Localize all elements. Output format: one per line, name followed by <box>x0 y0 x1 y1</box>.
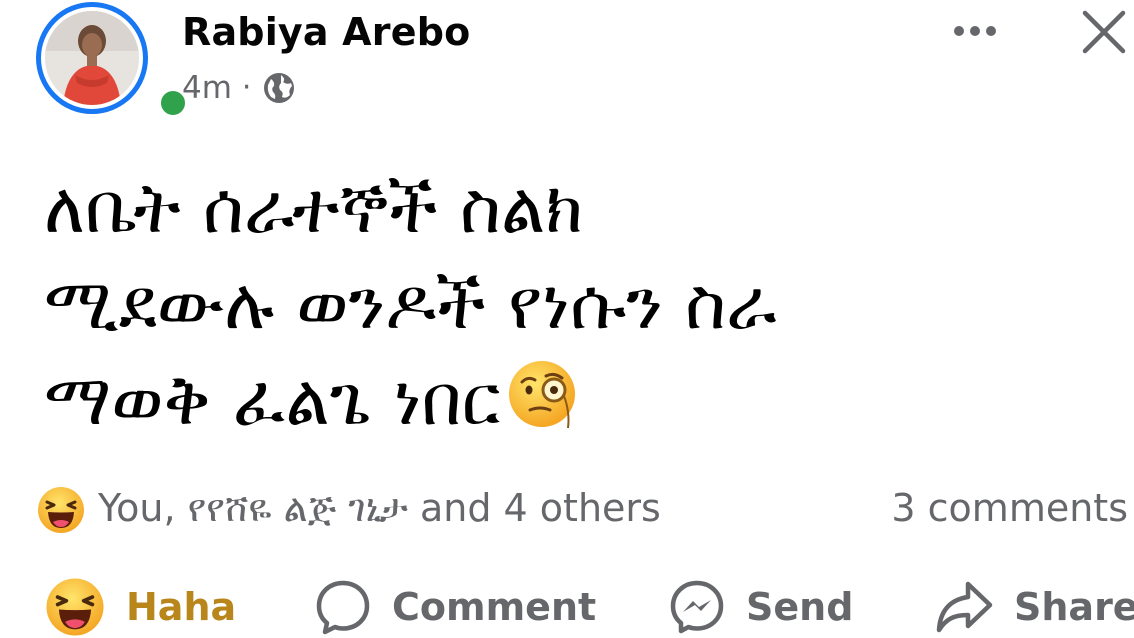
meta-separator: · <box>241 70 252 105</box>
post-text-line: ለቤት ሰራተኞች ስልክ <box>44 167 584 249</box>
post-text-line-content: ማወቅ ፈልጌ ነበር <box>44 359 501 441</box>
more-options-button[interactable] <box>940 6 1010 56</box>
send-button[interactable]: Send <box>668 580 853 634</box>
haha-emoji <box>46 578 104 636</box>
close-button[interactable] <box>1078 6 1130 58</box>
post-header: Rabiya Arebo 4m · <box>0 0 1134 130</box>
author-name[interactable]: Rabiya Arebo <box>182 10 470 54</box>
reactions-summary: You, የየሸዬ ልጅ ገኒታ and 4 others 3 comments <box>0 482 1134 538</box>
close-icon <box>1082 10 1126 54</box>
post-text-line: ማወቅ ፈልጌ ነበር <box>44 352 1114 448</box>
comment-icon <box>316 580 370 635</box>
post-meta: 4m · <box>182 70 297 106</box>
haha-emoji[interactable] <box>36 485 86 535</box>
globe-icon[interactable] <box>261 70 297 106</box>
avatar[interactable] <box>36 2 190 122</box>
more-icon <box>954 26 996 36</box>
send-label: Send <box>746 585 854 629</box>
share-icon <box>936 581 993 633</box>
haha-button[interactable]: Haha <box>44 578 237 636</box>
reactors-text[interactable]: You, የየሸዬ ልጅ ገኒታ and 4 others <box>98 486 661 531</box>
action-bar: Haha Comment Send Share <box>0 578 1134 636</box>
messenger-icon <box>670 580 724 634</box>
post-text-line: ሚደውሉ ወንዶች የነሱን ስራ <box>44 263 777 345</box>
comment-label: Comment <box>392 585 597 629</box>
haha-label: Haha <box>126 585 237 629</box>
share-button[interactable]: Share <box>934 580 1134 634</box>
avatar-photo <box>45 11 139 105</box>
comments-count[interactable]: 3 comments <box>891 486 1128 530</box>
share-label: Share <box>1014 585 1134 629</box>
comment-button[interactable]: Comment <box>314 580 597 635</box>
post-text: ለቤት ሰራተኞች ስልክ ሚደውሉ ወንዶች የነሱን ስራ ማወቅ ፈልጌ … <box>44 160 1114 448</box>
face-with-monocle-emoji <box>509 361 576 429</box>
timestamp[interactable]: 4m <box>182 70 232 106</box>
